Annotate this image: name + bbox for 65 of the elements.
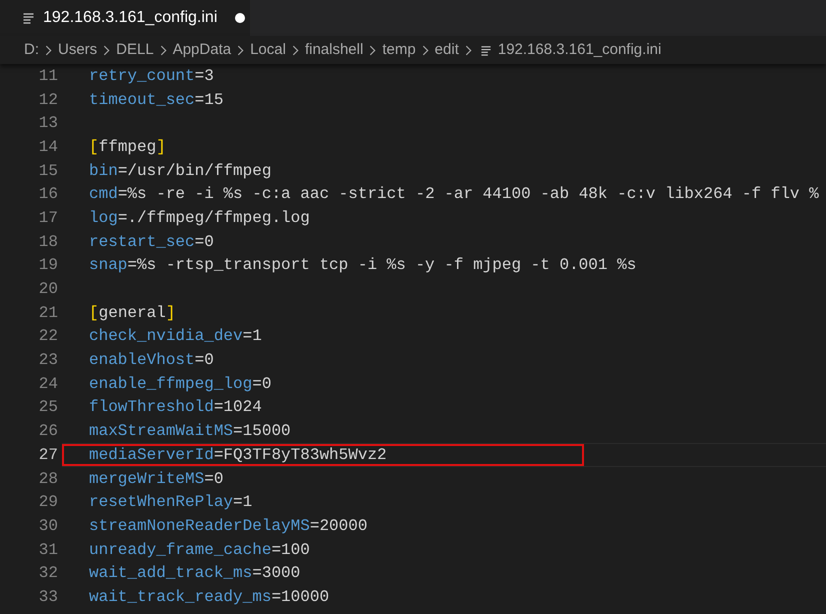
breadcrumb-item[interactable]: finalshell [304, 38, 364, 62]
line-number: 18 [38, 232, 58, 253]
code-line: maxStreamWaitMS=15000 [89, 421, 291, 442]
line-number: 23 [38, 350, 58, 372]
code-line: restart_sec=0 [89, 232, 214, 253]
breadcrumb-item[interactable]: Local [250, 38, 286, 62]
line-number: 13 [38, 113, 58, 134]
code-line: retry_count=3 [89, 66, 214, 87]
code-line: unready_frame_cache=100 [89, 540, 310, 561]
line-number: 11 [38, 66, 58, 87]
code-line: enableVhost=0 [89, 350, 214, 372]
editor-tab[interactable]: 192.168.3.161_config.ini [0, 0, 250, 36]
chevron-right-icon [45, 44, 52, 56]
chevron-right-icon [292, 44, 299, 56]
line-number: 20 [38, 279, 58, 300]
code-line: wait_track_ready_ms=10000 [89, 586, 330, 608]
line-number: 26 [38, 421, 58, 442]
breadcrumb-item[interactable]: AppData [172, 38, 232, 62]
code-line: resetWhenRePlay=1 [89, 492, 252, 514]
code-line: check_nvidia_dev=1 [89, 326, 262, 348]
breadcrumb-item[interactable]: D: [24, 38, 39, 62]
line-number: 27 [38, 444, 58, 466]
line-number: 21 [38, 302, 58, 324]
code-line: wait_add_track_ms=3000 [89, 563, 300, 584]
breadcrumb-item[interactable]: Users [58, 38, 98, 62]
code-line: bin=/usr/bin/ffmpeg [89, 160, 272, 182]
file-lines-icon [22, 12, 35, 24]
chevron-right-icon [103, 44, 110, 56]
chevron-right-icon [369, 44, 376, 56]
line-number: 17 [38, 208, 58, 229]
breadcrumb-item[interactable]: edit [434, 38, 459, 62]
breadcrumb-item[interactable]: DELL [116, 38, 154, 62]
code-line: log=./ffmpeg/ffmpeg.log [89, 208, 310, 229]
breadcrumb-item[interactable]: 192.168.3.161_config.ini [478, 38, 662, 62]
line-number: 25 [38, 397, 58, 418]
chevron-right-icon [160, 44, 167, 56]
line-number: 29 [38, 492, 58, 514]
line-number: 24 [38, 374, 58, 395]
chevron-right-icon [237, 44, 244, 56]
code-line: streamNoneReaderDelayMS=20000 [89, 516, 368, 537]
line-number: 14 [38, 136, 58, 158]
code-line: snap=%s -rtsp_transport tcp -i %s -y -f mjpeg -t 0.001 %s [89, 255, 636, 276]
code-line: mergeWriteMS=0 [89, 468, 224, 490]
code-line: enable_ffmpeg_log=0 [89, 374, 272, 395]
code-line: timeout_sec=15 [89, 90, 224, 111]
line-number: 30 [38, 516, 58, 537]
code-line: flowThreshold=1024 [89, 397, 262, 418]
code-line: [general] [89, 302, 176, 324]
line-number: 32 [38, 563, 58, 584]
chevron-right-icon [464, 44, 472, 56]
unsaved-dot-icon[interactable] [235, 13, 246, 23]
code-line: [ffmpeg] [89, 136, 166, 158]
line-number: 16 [38, 184, 58, 206]
code-line: mediaServerId=FQ3TF8yT83wh5Wvz2 [89, 444, 387, 466]
line-number: 33 [38, 586, 58, 608]
chevron-right-icon [422, 44, 429, 56]
line-number: 22 [38, 326, 58, 348]
line-number: 12 [38, 90, 58, 111]
code-line: cmd=%s -re -i %s -c:a aac -strict -2 -ar 44100 -ab 48k -c:v libx264 -f flv % [89, 184, 819, 206]
line-number: 19 [38, 255, 58, 276]
file-lines-icon [480, 44, 492, 56]
line-number: 28 [38, 468, 58, 490]
line-number: 15 [38, 160, 58, 182]
line-number: 31 [38, 540, 58, 561]
breadcrumb-item[interactable]: temp [382, 38, 416, 62]
